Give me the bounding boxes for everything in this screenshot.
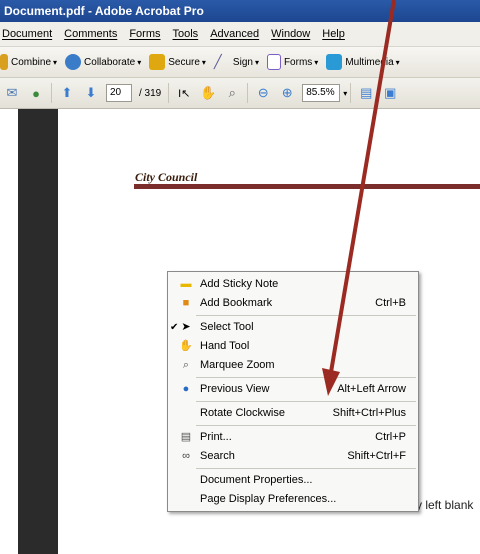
menu-item-page-display-preferences[interactable]: Page Display Preferences... xyxy=(168,490,418,509)
printer-icon: ▤ xyxy=(180,431,192,443)
hand-icon: ✋ xyxy=(179,340,193,352)
menu-item-add-bookmark[interactable]: ■ Add Bookmark Ctrl+B xyxy=(168,294,418,313)
email-icon[interactable]: ✉ xyxy=(3,84,21,102)
marquee-zoom-icon[interactable]: ⌕ xyxy=(223,84,241,102)
menu-forms[interactable]: Forms xyxy=(123,22,166,46)
menu-tools[interactable]: Tools xyxy=(167,22,205,46)
zoom-level-input[interactable]: 85.5% xyxy=(302,84,341,102)
heading-rule xyxy=(134,184,480,189)
menu-document[interactable]: Document xyxy=(0,22,58,46)
collaborate-icon xyxy=(65,54,82,70)
select-tool-icon[interactable]: I↖ xyxy=(175,84,193,102)
menu-item-rotate-clockwise[interactable]: Rotate Clockwise Shift+Ctrl+Plus xyxy=(168,404,418,423)
sticky-note-icon: ▬ xyxy=(180,278,192,290)
page-number-input[interactable]: 20 xyxy=(106,84,132,102)
document-background xyxy=(18,109,58,554)
menu-item-print[interactable]: ▤ Print... Ctrl+P xyxy=(168,428,418,447)
previous-page-button[interactable]: ⬆ xyxy=(58,84,76,102)
navigation-toolbar: ✉ ● ⬆ ⬇ 20 / 319 I↖ ✋ ⌕ ⊖ ⊕ 85.5% ▾ ▤ ▣ xyxy=(0,78,480,109)
marquee-zoom-icon: ⌕ xyxy=(182,359,190,371)
forms-icon xyxy=(266,54,281,70)
navigation-pane xyxy=(0,109,18,554)
hand-tool-icon[interactable]: ✋ xyxy=(199,84,217,102)
previous-view-icon: ● xyxy=(182,383,190,395)
fit-width-icon[interactable]: ▤ xyxy=(357,84,375,102)
menu-item-add-sticky-note[interactable]: ▬ Add Sticky Note xyxy=(168,275,418,294)
sign-button[interactable]: ╱ Sign ▾ xyxy=(214,54,259,70)
tasks-toolbar: Combine ▾ Collaborate ▾ Secure ▾ ╱ Sign ▾ Fo… xyxy=(0,47,480,78)
menu-comments[interactable]: Comments xyxy=(58,22,123,46)
page-total: / 319 xyxy=(139,87,162,99)
zoom-dropdown-icon[interactable]: ▾ xyxy=(343,89,347,98)
zoom-in-icon[interactable]: ⊕ xyxy=(278,84,296,102)
menu-item-document-properties[interactable]: Document Properties... xyxy=(168,471,418,490)
multimedia-icon xyxy=(326,54,343,70)
pen-icon: ╱ xyxy=(213,54,222,69)
binoculars-icon: ∞ xyxy=(182,450,190,462)
menu-item-search[interactable]: ∞ Search Shift+Ctrl+F xyxy=(168,447,418,466)
multimedia-button[interactable]: Multimedia ▾ xyxy=(326,54,400,70)
next-page-button[interactable]: ⬇ xyxy=(82,84,100,102)
zoom-out-icon[interactable]: ⊖ xyxy=(254,84,272,102)
globe-icon[interactable]: ● xyxy=(27,84,45,102)
page-heading: City Council xyxy=(135,170,198,184)
menu-item-marquee-zoom[interactable]: ⌕ Marquee Zoom xyxy=(168,356,418,375)
fit-page-icon[interactable]: ▣ xyxy=(381,84,399,102)
collaborate-button[interactable]: Collaborate ▾ xyxy=(65,54,141,70)
window-title: Document.pdf - Adobe Acrobat Pro xyxy=(0,0,480,22)
forms-button[interactable]: Forms ▾ xyxy=(266,54,318,70)
menu-bar: Document Comments Forms Tools Advanced W… xyxy=(0,22,480,47)
pointer-icon: ➤ xyxy=(181,321,191,333)
blank-page-text: y left blank xyxy=(416,498,474,512)
menu-item-select-tool[interactable]: ✔ ➤ Select Tool xyxy=(168,318,418,337)
lock-icon xyxy=(149,54,166,70)
menu-help[interactable]: Help xyxy=(316,22,351,46)
secure-button[interactable]: Secure ▾ xyxy=(149,54,206,70)
menu-advanced[interactable]: Advanced xyxy=(204,22,265,46)
menu-item-hand-tool[interactable]: ✋ Hand Tool xyxy=(168,337,418,356)
checkmark-icon: ✔ xyxy=(170,322,179,333)
combine-icon xyxy=(0,54,8,70)
menu-item-previous-view[interactable]: ● Previous View Alt+Left Arrow xyxy=(168,380,418,399)
combine-button[interactable]: Combine ▾ xyxy=(0,54,57,70)
menu-window[interactable]: Window xyxy=(265,22,316,46)
context-menu: ▬ Add Sticky Note ■ Add Bookmark Ctrl+B … xyxy=(167,271,419,512)
bookmark-icon: ■ xyxy=(182,297,190,309)
